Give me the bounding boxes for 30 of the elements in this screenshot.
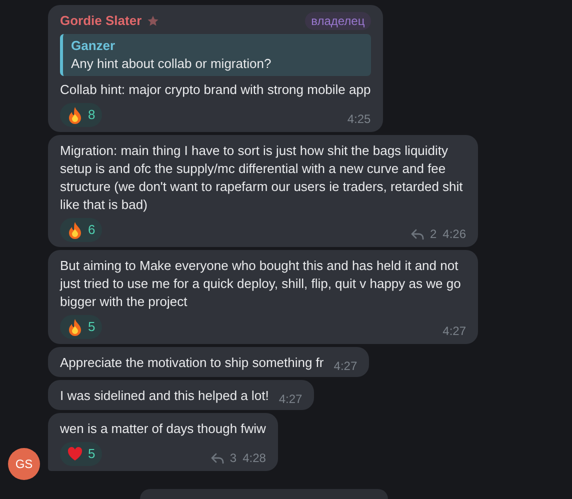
fire-icon — [67, 318, 83, 336]
reply-count[interactable]: 3 — [230, 449, 237, 467]
reaction-chip[interactable]: 6 — [60, 218, 102, 242]
message-time: 4:28 — [242, 450, 266, 467]
reaction-chip[interactable]: 8 — [60, 103, 102, 127]
reaction-chip[interactable]: 5 — [60, 442, 102, 466]
reply-quote[interactable]: Ganzer Any hint about collab or migration? — [60, 34, 371, 76]
reply-author: Ganzer — [71, 37, 116, 55]
message-text: I was sidelined and this helped a lot! — [60, 387, 269, 405]
reaction-chip[interactable]: 5 — [60, 315, 102, 339]
fire-icon — [67, 106, 83, 124]
sender-name[interactable]: Gordie Slater — [60, 12, 142, 30]
reply-count[interactable]: 2 — [430, 225, 437, 243]
message-text: Collab hint: major crypto brand with strong mobile app — [60, 81, 371, 99]
avatar[interactable]: GS — [8, 448, 40, 480]
role-badge: владелец — [305, 12, 371, 30]
reply-icon — [410, 228, 424, 240]
message-time: 4:27 — [334, 358, 358, 375]
message-text: But aiming to Make everyone who bought this and has held it and not just tried to use me for a quick deploy, shill, flip, quit v happy as we go bigger with the project — [60, 257, 462, 311]
fire-icon — [67, 221, 83, 239]
message-text: wen is a matter of days though fwiw — [60, 420, 266, 438]
message-time: 4:25 — [347, 111, 371, 128]
heart-icon — [67, 446, 83, 462]
message-time: 4:27 — [278, 391, 302, 408]
reply-icon — [210, 452, 224, 464]
message-time: 4:26 — [442, 226, 466, 243]
message-text: Migration: main thing I have to sort is just how shit the bags liquidity setup is and ofc the supply/mc differential with a new curve and fee structure (we don't want to rapefarm our users ie traders, retarded shit like that is bad) — [60, 142, 464, 214]
message-text: Appreciate the motivation to ship something fr — [60, 354, 324, 372]
message-time: 4:27 — [442, 323, 466, 340]
reply-text: Any hint about collab or migration? — [71, 55, 272, 73]
